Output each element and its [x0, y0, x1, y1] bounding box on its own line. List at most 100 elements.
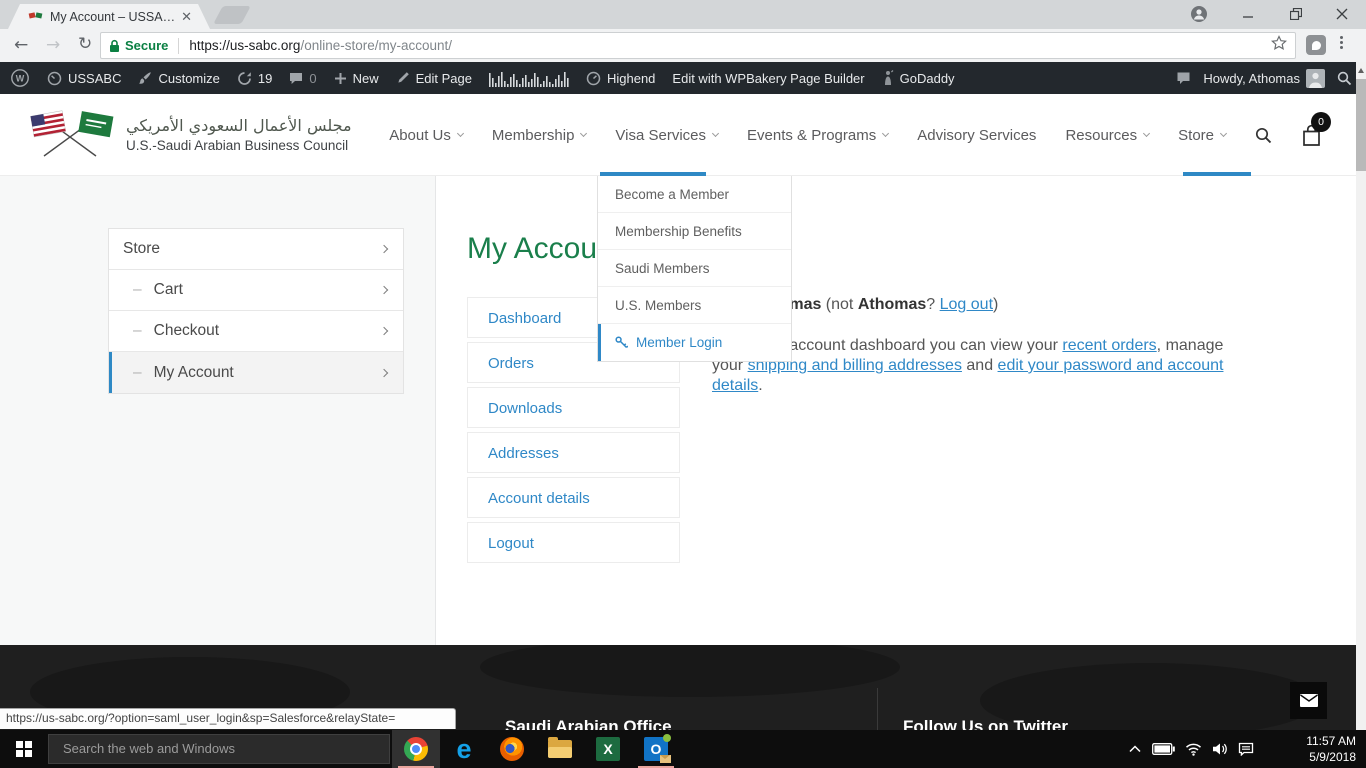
- taskbar-chrome-button[interactable]: [392, 730, 440, 768]
- site-search-icon[interactable]: [1255, 127, 1272, 144]
- nav-membership[interactable]: Membership: [492, 127, 587, 144]
- taskbar-search-input[interactable]: Search the web and Windows: [48, 734, 390, 764]
- url-separator: [178, 38, 179, 54]
- brush-icon: [138, 71, 152, 85]
- account-nav-logout[interactable]: Logout: [467, 522, 680, 563]
- admin-edit-page[interactable]: Edit Page: [396, 71, 472, 86]
- taskbar-firefox-button[interactable]: [488, 730, 536, 768]
- chevron-down-icon: [580, 129, 587, 136]
- chat-bubble-icon[interactable]: [1176, 71, 1191, 85]
- system-tray: [1128, 730, 1254, 768]
- browser-tab[interactable]: My Account – USSABC ✕: [8, 4, 210, 29]
- browser-tab-strip: My Account – USSABC ✕: [0, 0, 1366, 29]
- battery-icon[interactable]: [1152, 742, 1175, 756]
- chevron-right-icon: [380, 245, 388, 253]
- godaddy-statue-icon: [882, 70, 894, 86]
- dropdown-become-a-member[interactable]: Become a Member: [598, 176, 791, 213]
- window-minimize-button[interactable]: [1226, 0, 1270, 28]
- scrollbar-thumb[interactable]: [1356, 79, 1366, 171]
- extension-icon[interactable]: [1306, 35, 1326, 55]
- browser-toolbar: ← → ↻ Secure https://us-sabc.org/online-…: [0, 29, 1366, 62]
- svg-text:W: W: [16, 74, 25, 84]
- tray-chevron-icon[interactable]: [1128, 743, 1142, 755]
- footer-office-heading: Saudi Arabian Office: [505, 717, 672, 730]
- admin-comments[interactable]: 0: [289, 71, 316, 86]
- browser-menu-icon[interactable]: [1340, 36, 1343, 49]
- secure-lock-icon: [109, 39, 120, 53]
- sidebar-item-cart[interactable]: –Cart: [109, 270, 403, 311]
- crossed-flags-icon: [30, 108, 116, 160]
- admin-godaddy[interactable]: GoDaddy: [882, 70, 955, 86]
- admin-wpbakery[interactable]: Edit with WPBakery Page Builder: [672, 71, 864, 86]
- tab-favicon-flags-icon: [28, 11, 44, 23]
- email-button[interactable]: [1290, 682, 1327, 719]
- dropdown-member-login[interactable]: Member Login: [598, 324, 791, 361]
- back-icon[interactable]: ←: [14, 35, 28, 55]
- start-button[interactable]: [0, 730, 48, 768]
- admin-new-label: New: [353, 71, 379, 86]
- sidebar-item-checkout[interactable]: –Checkout: [109, 311, 403, 352]
- reload-icon[interactable]: ↻: [78, 34, 92, 54]
- pencil-icon: [396, 71, 410, 85]
- nav-about-us[interactable]: About Us: [389, 127, 463, 144]
- taskbar-file-explorer-button[interactable]: [536, 730, 584, 768]
- plus-icon: [334, 72, 347, 85]
- avatar: [1306, 69, 1325, 88]
- nav-events-programs[interactable]: Events & Programs: [747, 127, 888, 144]
- logo-arabic-text: مجلس الأعمال السعودي الأمريكي: [126, 116, 352, 135]
- taskbar-edge-button[interactable]: e: [440, 730, 488, 768]
- admin-highend[interactable]: Highend: [586, 71, 655, 86]
- admin-updates[interactable]: 19: [237, 71, 272, 86]
- site-logo[interactable]: مجلس الأعمال السعودي الأمريكي U.S.-Saudi…: [30, 108, 352, 160]
- admin-search-icon[interactable]: [1337, 71, 1352, 86]
- window-close-button[interactable]: [1320, 0, 1364, 28]
- clock-time: 11:57 AM: [1296, 733, 1356, 749]
- nav-store[interactable]: Store: [1178, 127, 1226, 144]
- taskbar-outlook-button[interactable]: O: [632, 730, 680, 768]
- browser-profile-icon[interactable]: [1190, 5, 1208, 28]
- admin-site-menu[interactable]: USSABC: [47, 71, 121, 86]
- logout-link[interactable]: Log out: [940, 296, 993, 313]
- chevron-down-icon: [1143, 129, 1150, 136]
- taskbar-clock[interactable]: 11:57 AM 5/9/2018: [1296, 733, 1356, 765]
- account-nav-account-details[interactable]: Account details: [467, 477, 680, 518]
- wordpress-logo-icon[interactable]: W: [10, 68, 30, 88]
- sidebar-item-my-account[interactable]: –My Account: [109, 352, 403, 393]
- recent-orders-link[interactable]: recent orders: [1062, 337, 1156, 354]
- nav-visa-services[interactable]: Visa Services: [615, 127, 718, 144]
- admin-account-menu[interactable]: Howdy, Athomas: [1203, 69, 1325, 88]
- scroll-up-arrow[interactable]: [1358, 68, 1364, 73]
- cart-button[interactable]: 0: [1301, 124, 1322, 147]
- user-name: Athomas: [858, 296, 926, 313]
- excel-icon: X: [596, 737, 620, 761]
- nav-resources[interactable]: Resources: [1065, 127, 1149, 144]
- nav-advisory-services[interactable]: Advisory Services: [917, 127, 1036, 144]
- tab-close-icon[interactable]: ✕: [181, 9, 192, 25]
- footer-twitter-heading: Follow Us on Twitter: [903, 717, 1068, 730]
- admin-customize[interactable]: Customize: [138, 71, 219, 86]
- dropdown-membership-benefits[interactable]: Membership Benefits: [598, 213, 791, 250]
- taskbar-excel-button[interactable]: X: [584, 730, 632, 768]
- new-tab-button[interactable]: [213, 6, 251, 24]
- chevron-down-icon: [1220, 129, 1227, 136]
- wifi-icon[interactable]: [1185, 742, 1202, 756]
- admin-edit-page-label: Edit Page: [416, 71, 472, 86]
- update-icon: [237, 71, 252, 86]
- sidebar-item-store[interactable]: Store: [109, 229, 403, 270]
- admin-customize-label: Customize: [158, 71, 219, 86]
- window-restore-button[interactable]: [1274, 0, 1318, 28]
- main-nav: About Us Membership Visa Services Events…: [480, 94, 1322, 176]
- volume-icon[interactable]: [1212, 742, 1228, 756]
- forward-icon[interactable]: →: [46, 35, 60, 55]
- dropdown-saudi-members[interactable]: Saudi Members: [598, 250, 791, 287]
- footer-divider: [877, 688, 878, 730]
- bookmark-star-icon[interactable]: [1271, 35, 1287, 56]
- address-bar[interactable]: Secure https://us-sabc.org/online-store/…: [100, 32, 1296, 59]
- account-nav-downloads[interactable]: Downloads: [467, 387, 680, 428]
- map-decoration: [480, 645, 900, 697]
- admin-new[interactable]: New: [334, 71, 379, 86]
- stats-bars-icon[interactable]: [489, 69, 569, 87]
- dropdown-us-members[interactable]: U.S. Members: [598, 287, 791, 324]
- action-center-icon[interactable]: [1238, 742, 1254, 756]
- account-nav-addresses[interactable]: Addresses: [467, 432, 680, 473]
